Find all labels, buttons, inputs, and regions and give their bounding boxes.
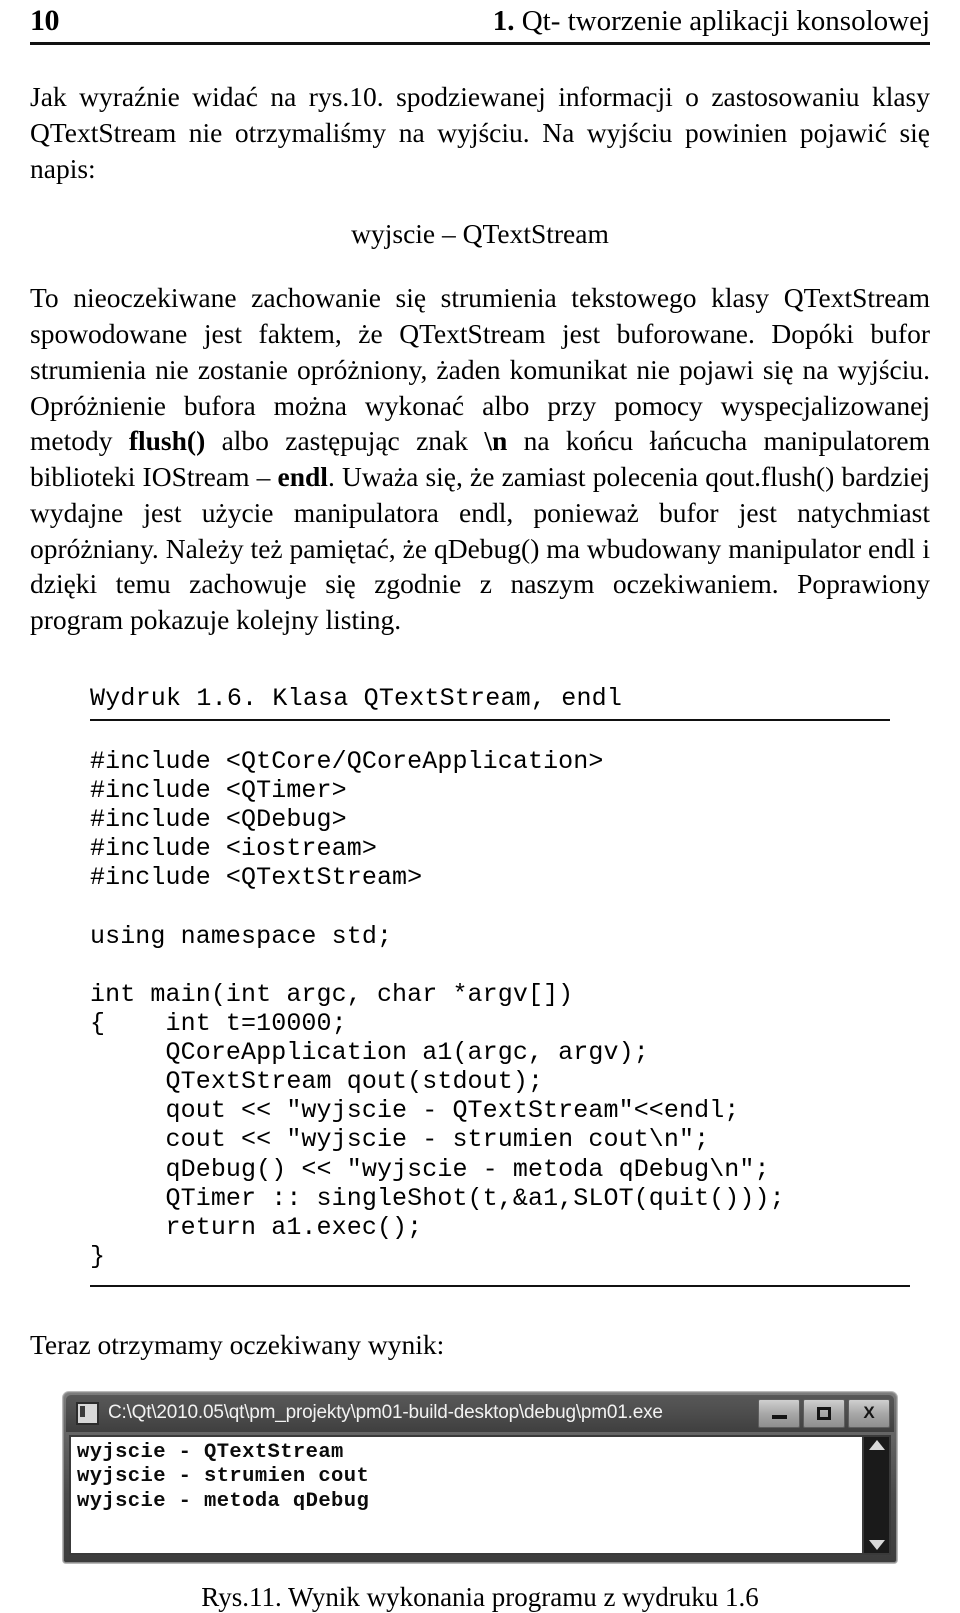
maximize-button[interactable] <box>803 1398 845 1428</box>
console-app-icon <box>76 1401 99 1425</box>
figure-console-screenshot: C:\Qt\2010.05\qt\pm_projekty\pm01-build-… <box>30 1390 930 1564</box>
minimize-button[interactable] <box>758 1398 800 1428</box>
running-head: 10 1. Qt- tworzenie aplikacji konsolowej <box>30 0 930 38</box>
close-icon: X <box>863 1403 875 1423</box>
chapter-heading: 1. Qt- tworzenie aplikacji konsolowej <box>493 7 930 36</box>
listing-rule-bottom <box>90 1285 910 1287</box>
paragraph-explanation: To nieoczekiwane zachowanie się strumien… <box>30 280 930 638</box>
close-button[interactable]: X <box>848 1398 890 1428</box>
bold-flush: flush() <box>128 425 206 457</box>
expected-output-line: wyjscie – QTextStream <box>351 218 609 250</box>
window-controls: X <box>755 1398 890 1428</box>
console-title-text: C:\Qt\2010.05\qt\pm_projekty\pm01-build-… <box>108 1402 663 1424</box>
console-scrollbar[interactable] <box>862 1436 889 1553</box>
console-body: wyjscie - QTextStream wyjscie - strumien… <box>69 1434 891 1555</box>
scroll-up-icon[interactable] <box>868 1439 885 1450</box>
page-number: 10 <box>30 4 60 37</box>
paragraph-after-listing: Teraz otrzymamy oczekiwany wynik: <box>30 1329 445 1360</box>
paragraph-intro: Jak wyraźnie widać na rys.10. spodziewan… <box>30 79 930 186</box>
document-page: 10 1. Qt- tworzenie aplikacji konsolowej… <box>0 0 960 1612</box>
header-rule <box>30 42 930 45</box>
listing-caption: Wydruk 1.6. Klasa QTextStream, endl <box>90 683 623 713</box>
figure-caption: Rys.11. Wynik wykonania programu z wydru… <box>201 1581 759 1612</box>
maximize-icon <box>817 1406 831 1420</box>
chapter-title: Qt- tworzenie aplikacji konsolowej <box>514 5 930 37</box>
bold-endl: endl <box>277 461 328 492</box>
chapter-number: 1. <box>492 5 515 37</box>
listing-code: #include <QtCore/QCoreApplication> #incl… <box>90 746 785 1271</box>
console-output-text: wyjscie - QTextStream wyjscie - strumien… <box>77 1440 370 1513</box>
bold-newline-escape: \n <box>484 425 508 457</box>
minimize-icon <box>771 1414 787 1419</box>
code-listing: Wydruk 1.6. Klasa QTextStream, endl #inc… <box>90 683 910 1287</box>
console-titlebar[interactable]: C:\Qt\2010.05\qt\pm_projekty\pm01-build-… <box>66 1394 894 1432</box>
scroll-down-icon[interactable] <box>868 1539 885 1550</box>
paragraph-explanation-b: albo zastępując znak <box>205 425 485 457</box>
console-window: C:\Qt\2010.05\qt\pm_projekty\pm01-build-… <box>62 1390 898 1564</box>
